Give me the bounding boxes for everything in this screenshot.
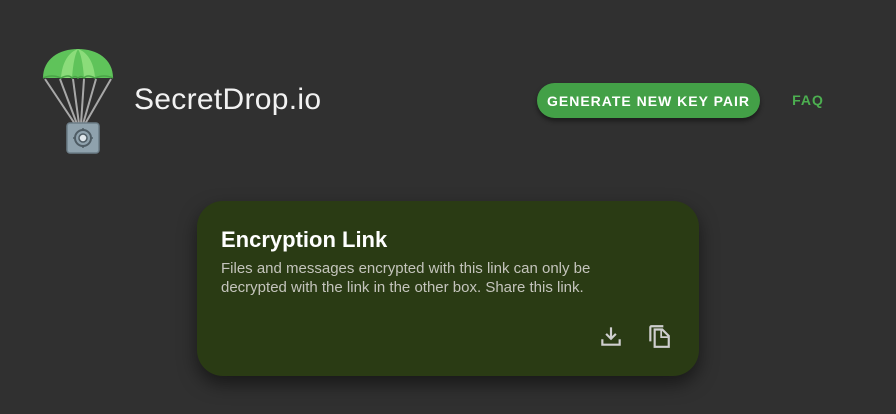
download-icon[interactable] xyxy=(598,323,624,349)
encryption-link-card: Encryption Link Files and messages encry… xyxy=(197,201,699,376)
page: SecretDrop.io GENERATE NEW KEY PAIR FAQ … xyxy=(0,0,896,414)
faq-link[interactable]: FAQ xyxy=(784,83,832,118)
brand-name: SecretDrop.io xyxy=(134,83,322,116)
card-title: Encryption Link xyxy=(221,227,388,252)
copy-icon[interactable] xyxy=(646,323,672,349)
generate-key-pair-button[interactable]: GENERATE NEW KEY PAIR xyxy=(537,83,760,118)
card-description: Files and messages encrypted with this l… xyxy=(221,260,591,296)
parachute-safe-icon xyxy=(40,46,118,158)
